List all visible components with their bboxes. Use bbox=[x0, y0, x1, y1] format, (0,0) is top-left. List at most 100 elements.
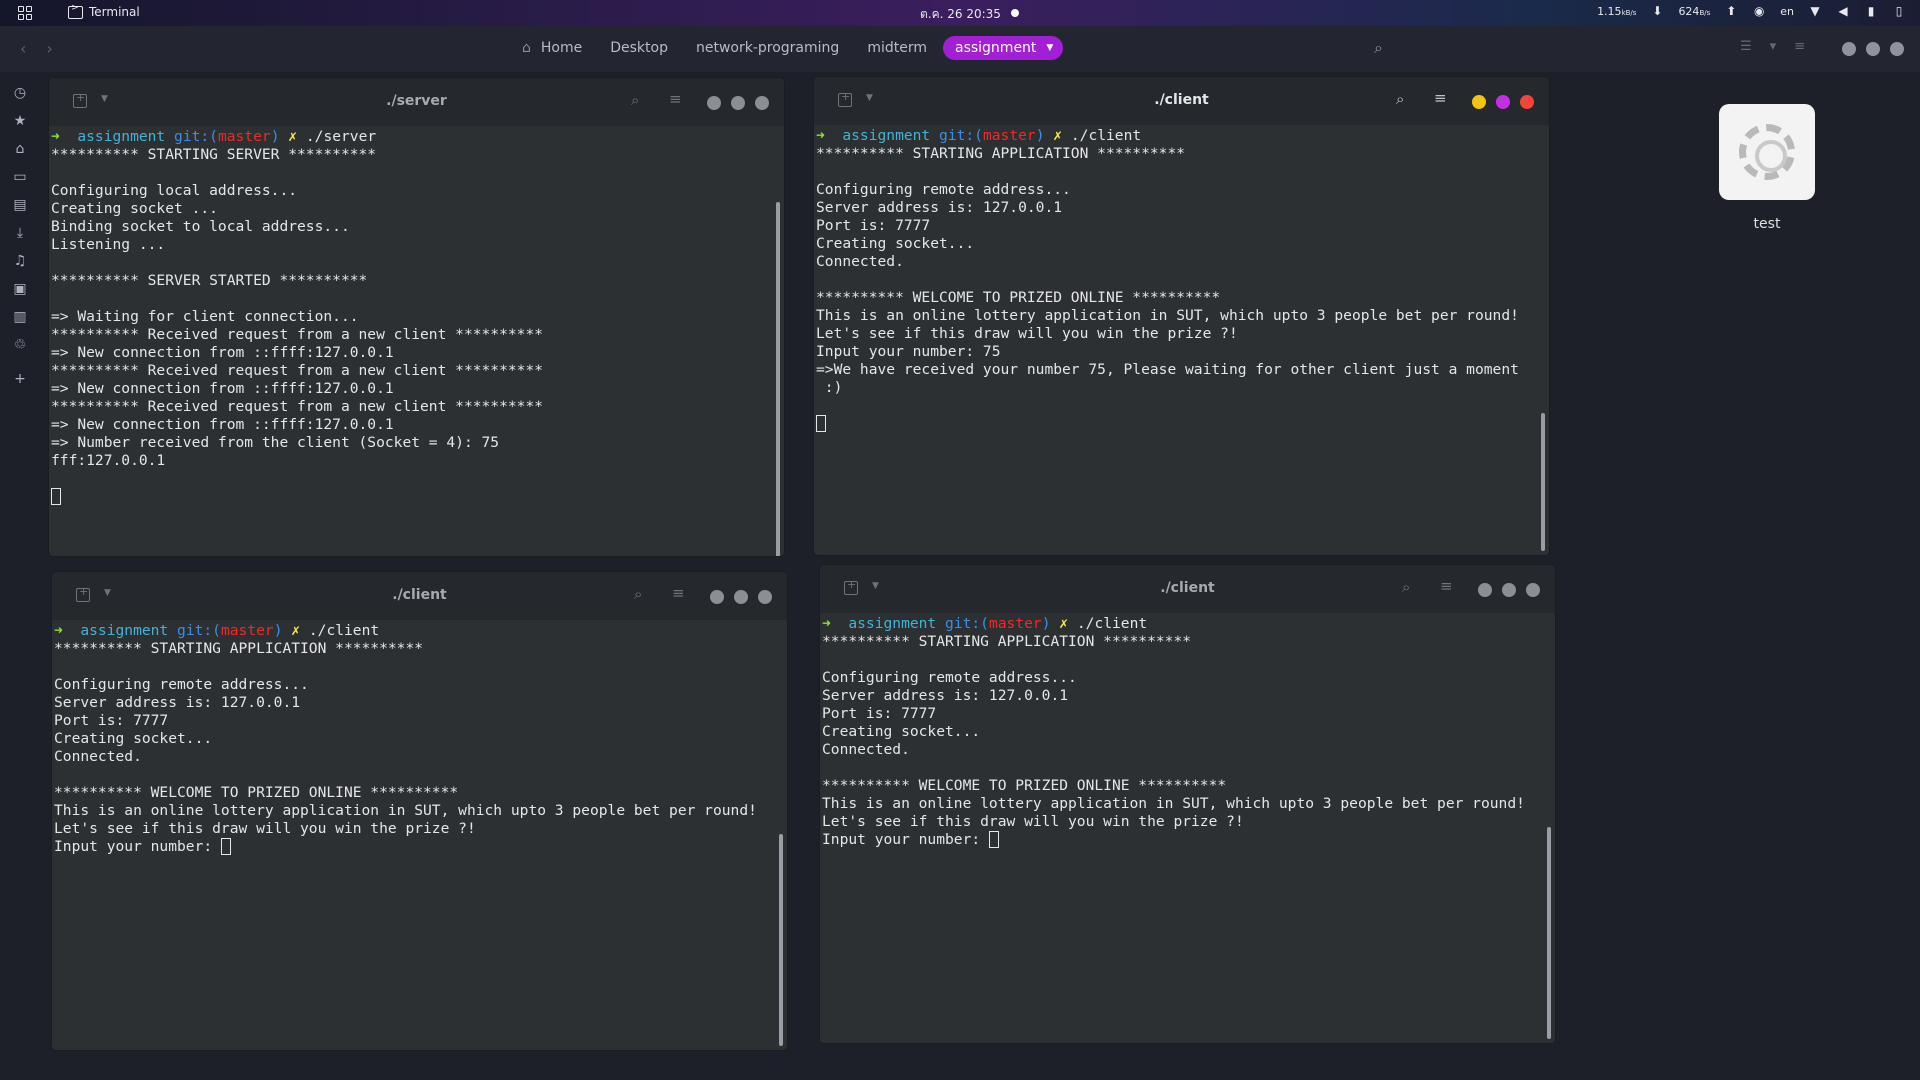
desktop-folder-icon[interactable]: ▭ bbox=[11, 168, 29, 186]
terminal-output[interactable]: ➜ assignment git:(master) ✗ ./server ***… bbox=[51, 128, 772, 506]
forward-arrow-icon[interactable]: › bbox=[46, 39, 52, 58]
keyboard-language[interactable]: en bbox=[1780, 5, 1794, 18]
terminal-line: => New connection from ::ffff:127.0.0.1 bbox=[51, 380, 394, 397]
terminal-line: Creating socket... bbox=[54, 730, 213, 747]
prompt-command: ./server bbox=[305, 128, 377, 145]
menu-icon[interactable]: ≡ bbox=[1434, 89, 1447, 107]
top-bar: Terminal ต.ค. 26 20:35 1.15kB/s ⬇ 624B/s… bbox=[0, 0, 1920, 26]
breadcrumb-assignment[interactable]: assignment ▼ bbox=[942, 36, 1064, 60]
search-icon[interactable]: ⌕ bbox=[1396, 90, 1404, 108]
music-folder-icon[interactable]: ♫ bbox=[11, 252, 29, 270]
view-options-chevron-icon[interactable]: ▾ bbox=[1770, 39, 1777, 54]
volume-icon[interactable]: ◀ bbox=[1836, 4, 1850, 18]
text-input-cursor[interactable] bbox=[220, 838, 231, 855]
terminal-window-client-3[interactable]: ▼ ./client ⌕ ≡ ➜ assignment git:(master)… bbox=[820, 565, 1555, 1043]
terminal-titlebar[interactable]: ▼ ./client ⌕ ≡ bbox=[820, 565, 1555, 613]
active-app[interactable]: Terminal bbox=[68, 3, 140, 19]
close-button[interactable] bbox=[758, 590, 772, 604]
search-icon[interactable]: ⌕ bbox=[1374, 38, 1383, 58]
battery-icon[interactable]: ▯ bbox=[1892, 4, 1906, 18]
add-location-icon[interactable]: + bbox=[11, 370, 29, 388]
minimize-button[interactable] bbox=[1842, 42, 1856, 56]
search-icon[interactable]: ⌕ bbox=[631, 91, 639, 109]
videos-folder-icon[interactable]: ▥ bbox=[11, 308, 29, 326]
desktop-icon-label: test bbox=[1753, 216, 1781, 232]
terminal-line: Configuring remote address... bbox=[54, 676, 309, 693]
starred-icon[interactable]: ★ bbox=[11, 112, 29, 130]
system-tray: 1.15kB/s ⬇ 624B/s ⬆ ◉ en ▼ ◀ ▮ ▯ bbox=[1597, 4, 1906, 18]
minimize-button[interactable] bbox=[1472, 95, 1486, 109]
terminal-line: Port is: 7777 bbox=[822, 705, 937, 722]
prompt-command: ./client bbox=[1076, 615, 1148, 632]
breadcrumb-assignment-label: assignment bbox=[954, 40, 1037, 56]
prompt-git: git:( bbox=[945, 615, 989, 632]
maximize-button[interactable] bbox=[734, 590, 748, 604]
discord-icon[interactable]: ◉ bbox=[1752, 4, 1766, 18]
terminal-line: => Waiting for client connection... bbox=[51, 308, 359, 325]
close-button[interactable] bbox=[1890, 42, 1904, 56]
terminal-line: ********** STARTING APPLICATION ********… bbox=[822, 633, 1192, 650]
terminal-titlebar[interactable]: ▼ ./server ⌕ ≡ bbox=[49, 78, 784, 126]
menu-icon[interactable]: ≡ bbox=[1794, 39, 1805, 54]
scrollbar[interactable] bbox=[776, 202, 780, 556]
recent-icon[interactable]: ◷ bbox=[11, 84, 29, 102]
settings-app-icon[interactable] bbox=[1719, 104, 1815, 200]
trash-icon[interactable]: ♲ bbox=[11, 336, 29, 354]
documents-folder-icon[interactable]: ▤ bbox=[11, 196, 29, 214]
prompt-arrow-icon: ➜ bbox=[54, 622, 81, 639]
search-icon[interactable]: ⌕ bbox=[1402, 578, 1410, 596]
text-input-cursor[interactable] bbox=[988, 831, 999, 848]
terminal-window-client-2[interactable]: ▼ ./client ⌕ ≡ ➜ assignment git:(master)… bbox=[52, 572, 787, 1050]
terminal-output[interactable]: ➜ assignment git:(master) ✗ ./client ***… bbox=[822, 615, 1543, 849]
close-button[interactable] bbox=[755, 96, 769, 110]
wifi-icon[interactable]: ▼ bbox=[1808, 4, 1822, 18]
breadcrumb: ⌂ Home Desktop network-programing midter… bbox=[522, 36, 1064, 60]
downloads-folder-icon[interactable]: ⤓ bbox=[11, 224, 29, 242]
terminal-lines: ********** STARTING APPLICATION ********… bbox=[54, 640, 757, 837]
terminal-output[interactable]: ➜ assignment git:(master) ✗ ./client ***… bbox=[54, 622, 775, 856]
terminal-output[interactable]: ➜ assignment git:(master) ✗ ./client ***… bbox=[816, 127, 1537, 433]
maximize-button[interactable] bbox=[731, 96, 745, 110]
breadcrumb-midterm[interactable]: midterm bbox=[855, 36, 939, 60]
microphone-icon[interactable]: ▮ bbox=[1864, 4, 1878, 18]
list-view-icon[interactable]: ☰ bbox=[1740, 39, 1752, 54]
terminal-line: Creating socket... bbox=[822, 723, 981, 740]
minimize-button[interactable] bbox=[710, 590, 724, 604]
breadcrumb-home[interactable]: Home bbox=[529, 36, 594, 60]
breadcrumb-desktop[interactable]: Desktop bbox=[598, 36, 680, 60]
terminal-titlebar[interactable]: ▼ ./client ⌕ ≡ bbox=[52, 572, 787, 620]
app-grid-icon[interactable] bbox=[18, 6, 32, 20]
terminal-window-server[interactable]: ▼ ./server ⌕ ≡ ➜ assignment git:(master)… bbox=[49, 78, 784, 556]
scrollbar[interactable] bbox=[1547, 827, 1551, 1039]
terminal-window-client-1[interactable]: ▼ ./client ⌕ ≡ ➜ assignment git:(master)… bbox=[814, 77, 1549, 555]
minimize-button[interactable] bbox=[707, 96, 721, 110]
terminal-line: ********** Received request from a new c… bbox=[51, 398, 544, 415]
close-button[interactable] bbox=[1526, 583, 1540, 597]
terminal-line: Port is: 7777 bbox=[54, 712, 169, 729]
terminal-lines: ********** STARTING SERVER ********** Co… bbox=[51, 146, 543, 469]
terminal-line: => New connection from ::ffff:127.0.0.1 bbox=[51, 416, 394, 433]
close-button[interactable] bbox=[1520, 95, 1534, 109]
prompt-git: git:( bbox=[177, 622, 221, 639]
scrollbar[interactable] bbox=[1541, 413, 1545, 551]
clock[interactable]: ต.ค. 26 20:35 bbox=[920, 5, 1001, 24]
terminal-line: Listening ... bbox=[51, 236, 166, 253]
home-folder-icon[interactable]: ⌂ bbox=[11, 140, 29, 158]
search-icon[interactable]: ⌕ bbox=[634, 585, 642, 603]
chevron-down-icon[interactable]: ▼ bbox=[1046, 43, 1053, 53]
menu-icon[interactable]: ≡ bbox=[1440, 577, 1453, 595]
maximize-button[interactable] bbox=[1866, 42, 1880, 56]
maximize-button[interactable] bbox=[1496, 95, 1510, 109]
prompt-arrow-icon: ➜ bbox=[816, 127, 843, 144]
scrollbar[interactable] bbox=[779, 834, 783, 1046]
maximize-button[interactable] bbox=[1502, 583, 1516, 597]
breadcrumb-network-programing[interactable]: network-programing bbox=[684, 36, 851, 60]
minimize-button[interactable] bbox=[1478, 583, 1492, 597]
menu-icon[interactable]: ≡ bbox=[669, 90, 682, 108]
terminal-line: ********** Received request from a new c… bbox=[51, 362, 544, 379]
menu-icon[interactable]: ≡ bbox=[672, 584, 685, 602]
back-arrow-icon[interactable]: ‹ bbox=[20, 39, 26, 58]
pictures-folder-icon[interactable]: ▣ bbox=[11, 280, 29, 298]
net-down-speed: 1.15kB/s bbox=[1597, 4, 1637, 18]
terminal-titlebar[interactable]: ▼ ./client ⌕ ≡ bbox=[814, 77, 1549, 125]
